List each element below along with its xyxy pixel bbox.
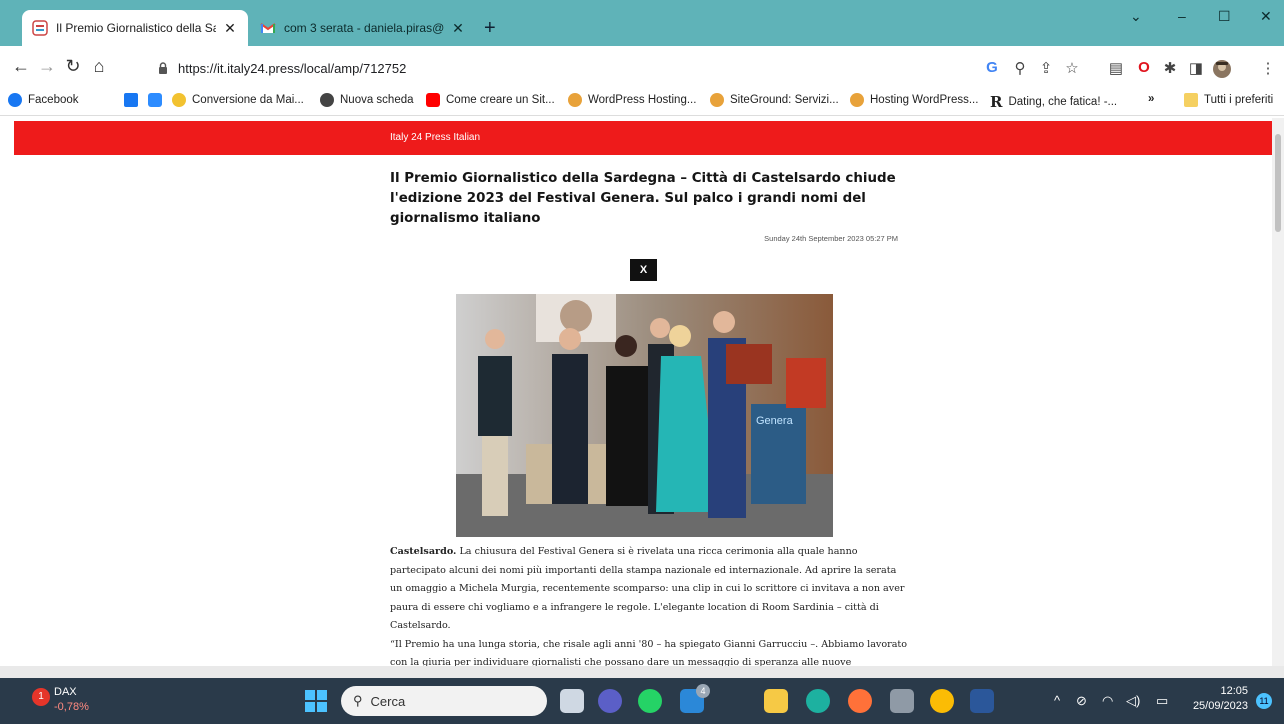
chrome-icon[interactable] (930, 689, 954, 713)
facebook-icon (8, 93, 22, 107)
siteground-icon (568, 93, 582, 107)
maximize-button[interactable]: ☐ (1218, 8, 1231, 25)
whatsapp-icon[interactable] (638, 689, 662, 713)
minimize-button[interactable]: – (1178, 8, 1186, 24)
gmail-icon (260, 20, 276, 36)
close-window-button[interactable]: ✕ (1260, 8, 1272, 25)
youtube-icon (426, 93, 440, 107)
article-headline: Il Premio Giornalistico della Sardegna –… (390, 171, 896, 226)
app-icon[interactable] (890, 689, 914, 713)
site-brand-link[interactable]: Italy 24 Press Italian (390, 132, 480, 143)
battery-icon[interactable]: ▭ (1156, 693, 1168, 709)
opera-extension-icon[interactable]: O (1134, 59, 1154, 76)
clock-date[interactable]: 25/09/2023 (1184, 700, 1248, 712)
folder-icon (1184, 93, 1198, 107)
stock-change: -0,78% (54, 701, 89, 713)
tab-gmail[interactable]: com 3 serata - daniela.piras@gm ✕ (250, 10, 476, 46)
task-view-icon[interactable] (560, 689, 584, 713)
tab-title: Il Premio Giornalistico della Sarde (56, 21, 216, 35)
converter-icon (172, 93, 186, 107)
article-lead: Castelsardo. (390, 546, 457, 557)
google-translate-icon[interactable]: G (982, 59, 1002, 76)
stock-name[interactable]: DAX (54, 686, 77, 698)
tab-close-icon[interactable]: ✕ (450, 20, 466, 37)
bookmark-zoom[interactable] (148, 93, 168, 107)
network-off-icon[interactable]: ⊘ (1076, 693, 1087, 709)
zoom-icon[interactable]: ⚲ (1010, 59, 1030, 77)
web-page: Italy 24 Press Italian Il Premio Giornal… (0, 118, 1272, 666)
zoom-app-icon (148, 93, 162, 107)
volume-icon[interactable]: ◁) (1126, 693, 1140, 709)
chrome-menu-icon[interactable]: ⋮ (1258, 59, 1278, 77)
reload-button[interactable]: ↻ (62, 56, 84, 77)
svg-text:Genera: Genera (756, 415, 794, 427)
tab-title: com 3 serata - daniela.piras@gm (284, 21, 444, 35)
stock-badge: 1 (32, 688, 50, 706)
more-bookmarks-button[interactable]: » (1148, 93, 1154, 105)
facebook-square-icon (124, 93, 138, 107)
windows-start-icon[interactable] (304, 689, 328, 713)
siteground-icon (850, 93, 864, 107)
side-panel-icon[interactable]: ◨ (1186, 59, 1206, 77)
bookmark-nuova-scheda[interactable]: Nuova scheda (320, 93, 414, 107)
word-icon[interactable] (970, 689, 994, 713)
home-icon[interactable]: ⌂ (88, 56, 110, 77)
show-hidden-icons[interactable]: ^ (1054, 693, 1060, 708)
lock-icon (158, 62, 168, 74)
bookmark-youtube[interactable]: Come creare un Sit... (426, 93, 555, 107)
page-scrollbar[interactable] (1272, 118, 1284, 666)
address-bar[interactable]: https://it.italy24.press/local/amp/71275… (142, 53, 1012, 83)
article-date: Sunday 24th September 2023 05:27 PM (764, 234, 898, 243)
bookmark-star-icon[interactable]: ☆ (1062, 59, 1082, 77)
bookmarks-bar: Facebook Conversione da Mai... Nuova sch… (0, 88, 1284, 116)
bookmark-hosting-wordpress[interactable]: Hosting WordPress... (850, 93, 978, 107)
edge-icon[interactable] (806, 689, 830, 713)
italy24-favicon-icon (32, 20, 48, 36)
scrollbar-thumb[interactable] (1275, 134, 1281, 232)
tab-italy24[interactable]: Il Premio Giornalistico della Sarde ✕ (22, 10, 248, 46)
bookmark-all-favorites[interactable]: Tutti i preferiti (1184, 93, 1273, 107)
share-icon[interactable]: ⇪ (1036, 59, 1056, 77)
r-logo-icon: R (990, 93, 1003, 111)
extensions-puzzle-icon[interactable]: ✱ (1160, 59, 1180, 77)
siteground-icon (710, 93, 724, 107)
windows-taskbar: 1 DAX -0,78% ⚲ Cerca 4 ^ ⊘ ◠ ◁) ▭ 12:05 … (0, 678, 1284, 724)
search-icon: ⚲ (353, 693, 363, 708)
back-button[interactable]: ← (10, 56, 32, 77)
article-paragraph: “Il Premio ha una lunga storia, che risa… (390, 638, 908, 667)
tab-close-icon[interactable]: ✕ (222, 20, 238, 37)
article-photo: Genera (456, 294, 833, 537)
url-text: https://it.italy24.press/local/amp/71275… (178, 60, 407, 76)
chat-badge: 4 (696, 684, 710, 698)
share-x-button[interactable]: X (630, 259, 657, 281)
bookmark-siteground[interactable]: SiteGround: Servizi... (710, 93, 839, 107)
bookmark-wordpress-hosting[interactable]: WordPress Hosting... (568, 93, 696, 107)
profile-avatar-icon[interactable] (1212, 59, 1232, 83)
tab-search-dropdown-icon[interactable]: ⌄ (1130, 8, 1142, 25)
bookmark-conversione[interactable]: Conversione da Mai... (172, 93, 304, 107)
file-explorer-icon[interactable] (764, 689, 788, 713)
clock-time[interactable]: 12:05 (1204, 685, 1248, 697)
forward-button[interactable]: → (36, 56, 58, 77)
site-header-bar: Italy 24 Press Italian (14, 121, 1272, 155)
firefox-icon[interactable] (848, 689, 872, 713)
article-body: Castelsardo. La chiusura del Festival Ge… (390, 543, 910, 666)
browser-toolbar: ← → ↻ ⌂ https://it.italy24.press/local/a… (0, 46, 1284, 88)
teams-chat-icon[interactable] (598, 689, 622, 713)
wifi-icon[interactable]: ◠ (1102, 693, 1113, 709)
bookmark-dating[interactable]: R Dating, che fatica! -... (990, 93, 1117, 111)
reading-list-icon[interactable]: ▤ (1106, 59, 1126, 77)
notification-badge[interactable]: 11 (1256, 693, 1272, 709)
bookmark-facebook-square[interactable] (124, 93, 144, 107)
new-tab-button[interactable]: + (484, 17, 496, 40)
globe-icon (320, 93, 334, 107)
bookmark-facebook[interactable]: Facebook (8, 93, 79, 107)
taskbar-search[interactable]: ⚲ Cerca (341, 686, 547, 716)
background-window-edge (0, 666, 1284, 678)
tab-strip: Il Premio Giornalistico della Sarde ✕ co… (0, 0, 1284, 46)
article-paragraph: Castelsardo. La chiusura del Festival Ge… (390, 546, 905, 631)
